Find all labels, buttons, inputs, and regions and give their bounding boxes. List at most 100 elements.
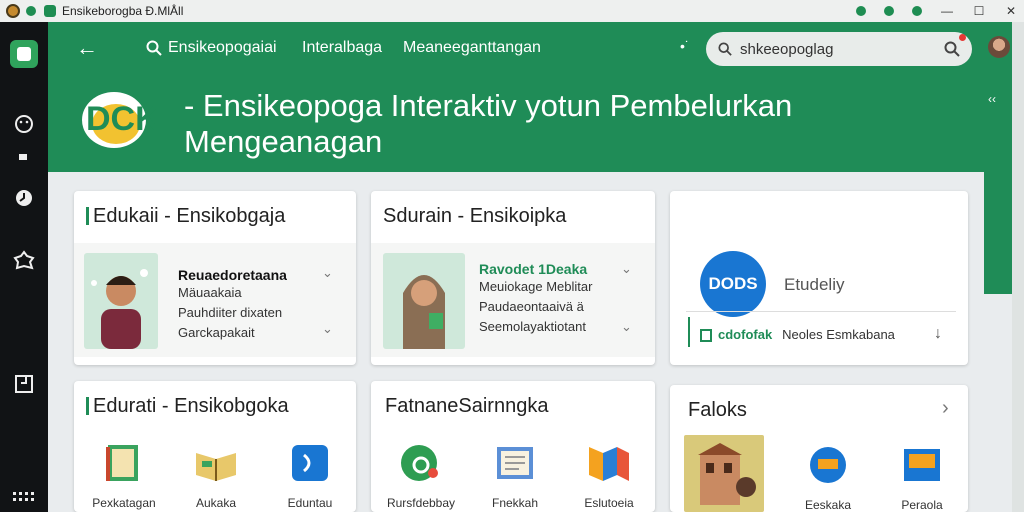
dash-icon	[19, 154, 27, 160]
tile-label: Pexkatagan	[92, 496, 156, 510]
document-icon	[15, 375, 33, 393]
window-title: Ensikeborogba Ð.MlÅll	[62, 4, 184, 18]
student-photo	[84, 253, 158, 349]
rail-logo-button[interactable]	[0, 40, 48, 68]
tile-label: Rursfdebbay	[386, 496, 456, 510]
close-button[interactable]: ✕	[1004, 4, 1018, 18]
card-fatnane: FatnaneSairnngka Rursfdebbay Fnekkah Esl…	[371, 381, 655, 512]
profile-detail: Garckapakait	[178, 325, 255, 340]
search-submit-icon[interactable]	[944, 41, 960, 57]
open-book-icon	[196, 453, 236, 481]
rail-apps-button[interactable]	[0, 492, 48, 502]
tile-label: Eeskaka	[804, 498, 852, 512]
tile-education[interactable]: Eduntau	[270, 443, 350, 510]
extension-icon[interactable]	[884, 6, 894, 16]
tile-rules[interactable]: Peraola	[882, 445, 962, 512]
card-edurati: Edurati - Ensikobgoka Pexkatagan Aukaka …	[74, 381, 356, 512]
collapse-icon[interactable]: ‹‹	[988, 92, 996, 106]
profile-panel[interactable]: Reuaedoretaana Mäuaakaia Pauhdiiter dixa…	[74, 243, 356, 357]
scroll-track[interactable]	[1012, 22, 1024, 512]
page-title: - Ensikeopoga Interaktiv yotun Pembelurk…	[184, 88, 793, 159]
rail-smile-button[interactable]	[0, 114, 48, 134]
tab-icon	[44, 5, 56, 17]
maximize-button[interactable]: ☐	[972, 4, 986, 18]
nav-link-management[interactable]: Meaneeganttangan	[403, 39, 541, 57]
chevron-down-icon[interactable]: ⌄	[322, 265, 333, 281]
nav-link-encyclopedia[interactable]: Ensikeopogaiai	[146, 39, 277, 57]
chevron-down-icon[interactable]: ⌄	[621, 261, 632, 277]
tile-label: Aukaka	[195, 496, 237, 510]
nav-link-interactive[interactable]: Interalbaga	[302, 39, 382, 57]
clock-icon	[16, 190, 32, 206]
card-title: Sdurain - Ensikoipka	[383, 205, 567, 227]
app-icon	[6, 4, 20, 18]
accent-bar	[688, 317, 690, 347]
profile-detail: Pauhdiiter dixaten	[178, 305, 283, 320]
rail-dash-button[interactable]	[0, 154, 48, 162]
search-icon	[146, 40, 162, 56]
rail-document-button[interactable]	[0, 374, 48, 394]
smile-icon	[15, 115, 33, 133]
clipboard-icon	[700, 328, 712, 342]
map-fold-icon	[589, 447, 629, 481]
profile-detail: Seemolayaktiotant	[479, 319, 586, 334]
notification-badge	[959, 34, 966, 41]
tile-search[interactable]: Eeskaka	[788, 445, 868, 512]
profile-subtitle: Mäuaakaia	[178, 285, 242, 300]
card-title: Edurati - Ensikobgoka	[86, 395, 289, 418]
more-options-button[interactable]: •˙	[680, 38, 690, 54]
avatar[interactable]	[988, 36, 1010, 58]
card-dods: DODS Etudeliy cdofofak Neoles Esmkabana …	[670, 191, 968, 365]
tile-solutions[interactable]: Eslutoeia	[569, 443, 649, 510]
search-input[interactable]	[740, 40, 910, 58]
gear-icon	[13, 250, 35, 270]
divider	[686, 311, 956, 312]
brand-logo-text: DCK	[86, 100, 156, 138]
extension-icon[interactable]	[856, 6, 866, 16]
search-icon	[718, 42, 732, 56]
tile-label: Eslutoeia	[584, 496, 634, 510]
search-box	[706, 32, 972, 66]
apps-grid-icon	[13, 492, 34, 501]
back-button[interactable]: ←	[76, 35, 98, 61]
tile-books[interactable]: Pexkatagan	[84, 443, 164, 510]
globe-search-icon	[810, 447, 846, 483]
tile-reading[interactable]: Aukaka	[176, 443, 256, 510]
tile-label: Eduntau	[287, 496, 333, 510]
student-photo	[383, 253, 465, 349]
extension-icon[interactable]	[912, 6, 922, 16]
tile-notes[interactable]: Fnekkah	[475, 443, 555, 510]
dods-footer-link[interactable]: cdofofak	[718, 327, 772, 342]
status-dot-icon	[26, 6, 36, 16]
card-title: Edukaii - Ensikobgaja	[86, 205, 285, 228]
rail-clock-button[interactable]	[0, 188, 48, 208]
document-blue-icon	[292, 445, 328, 481]
tile-label: Peraola	[901, 498, 943, 512]
rail-settings-button[interactable]	[0, 250, 48, 272]
chevron-down-icon[interactable]: ⌄	[621, 319, 632, 335]
app-logo-icon	[10, 40, 38, 68]
nav-link-label: Ensikeopogaiai	[168, 39, 277, 56]
tile-research[interactable]: Rursfdebbay	[381, 443, 461, 510]
page-header: ← Ensikeopogaiai Interalbaga Meaneegantt…	[48, 22, 984, 172]
chevron-right-icon[interactable]: ›	[942, 397, 949, 420]
book-stack-icon	[106, 445, 138, 481]
chevron-down-icon[interactable]: ⌄	[322, 321, 333, 337]
dods-badge[interactable]: DODS	[700, 251, 766, 317]
card-edukasi: Edukaii - Ensikobgaja Reuaedoretaana Mäu…	[74, 191, 356, 365]
left-rail	[0, 22, 48, 512]
card-title-text: Edukaii - Ensikobgaja	[93, 205, 286, 227]
top-navbar: ← Ensikeopogaiai Interalbaga Meaneegantt…	[48, 32, 984, 66]
dods-label: Etudeliy	[784, 275, 845, 294]
minimize-button[interactable]: —	[940, 4, 954, 18]
dods-footer: cdofofak Neoles Esmkabana	[700, 327, 895, 342]
monitor-icon	[904, 449, 940, 481]
profile-panel[interactable]: Ravodet 1Deaka Meuiokage Meblitar Paudae…	[371, 243, 655, 357]
card-title: FatnaneSairnngka	[385, 395, 549, 417]
building-image[interactable]	[684, 435, 764, 512]
dods-footer-text: Neoles Esmkabana	[782, 327, 895, 342]
card-title: Faloks	[688, 399, 747, 421]
download-icon[interactable]: ↓	[934, 325, 942, 343]
profile-detail: Paudaeontaaivä ä	[479, 299, 584, 314]
card-title-text: Edurati - Ensikobgoka	[93, 395, 289, 417]
